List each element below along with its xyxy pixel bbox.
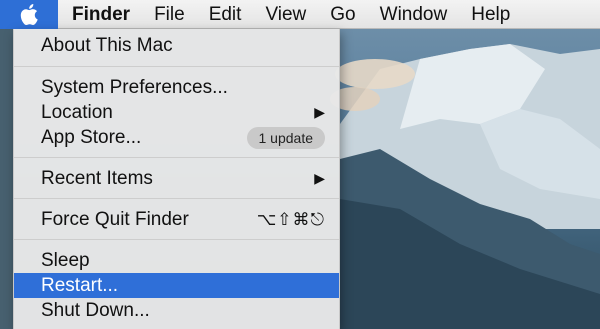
menu-item-recent-items[interactable]: Recent Items ▶ bbox=[14, 166, 339, 191]
menu-file[interactable]: File bbox=[142, 0, 197, 29]
menu-finder[interactable]: Finder bbox=[58, 0, 142, 29]
menu-item-label: System Preferences... bbox=[41, 76, 228, 98]
apple-logo-icon bbox=[20, 3, 38, 25]
menu-help[interactable]: Help bbox=[459, 0, 522, 29]
menu-item-label: Restart... bbox=[41, 274, 119, 296]
menu-separator bbox=[14, 66, 339, 67]
menu-go[interactable]: Go bbox=[318, 0, 367, 29]
menu-item-label: Force Quit Finder bbox=[41, 208, 189, 230]
menu-item-label: Location bbox=[41, 101, 113, 123]
menu-window[interactable]: Window bbox=[368, 0, 460, 29]
menu-separator bbox=[14, 157, 339, 158]
update-badge: 1 update bbox=[246, 126, 325, 149]
apple-menu-button[interactable] bbox=[0, 0, 58, 29]
menu-item-system-preferences[interactable]: System Preferences... bbox=[14, 75, 339, 100]
menu-item-label: Shut Down... bbox=[41, 299, 150, 321]
menu-separator bbox=[14, 198, 339, 199]
menu-item-label: App Store... bbox=[41, 126, 142, 148]
menu-item-shut-down[interactable]: Shut Down... bbox=[14, 298, 339, 323]
menu-item-label: Recent Items bbox=[41, 167, 153, 189]
menu-item-sleep[interactable]: Sleep bbox=[14, 248, 339, 273]
menu-separator bbox=[14, 239, 339, 240]
menu-item-app-store[interactable]: App Store... 1 update bbox=[14, 125, 339, 150]
menu-item-location[interactable]: Location ▶ bbox=[14, 100, 339, 125]
menu-view[interactable]: View bbox=[253, 0, 318, 29]
menu-item-label: Sleep bbox=[41, 249, 90, 271]
submenu-arrow-icon: ▶ bbox=[314, 104, 325, 120]
menu-item-label: About This Mac bbox=[41, 34, 173, 56]
apple-menu-dropdown: About This Mac System Preferences... Loc… bbox=[13, 29, 340, 329]
menu-item-about-this-mac[interactable]: About This Mac bbox=[14, 33, 339, 58]
menu-item-restart[interactable]: Restart... bbox=[14, 273, 339, 298]
menu-item-force-quit[interactable]: Force Quit Finder ⌥⇧⌘⎋ bbox=[14, 207, 339, 232]
submenu-arrow-icon: ▶ bbox=[314, 170, 325, 186]
menu-edit[interactable]: Edit bbox=[197, 0, 254, 29]
menu-bar: Finder File Edit View Go Window Help bbox=[0, 0, 600, 29]
keyboard-shortcut: ⌥⇧⌘⎋ bbox=[256, 209, 325, 229]
